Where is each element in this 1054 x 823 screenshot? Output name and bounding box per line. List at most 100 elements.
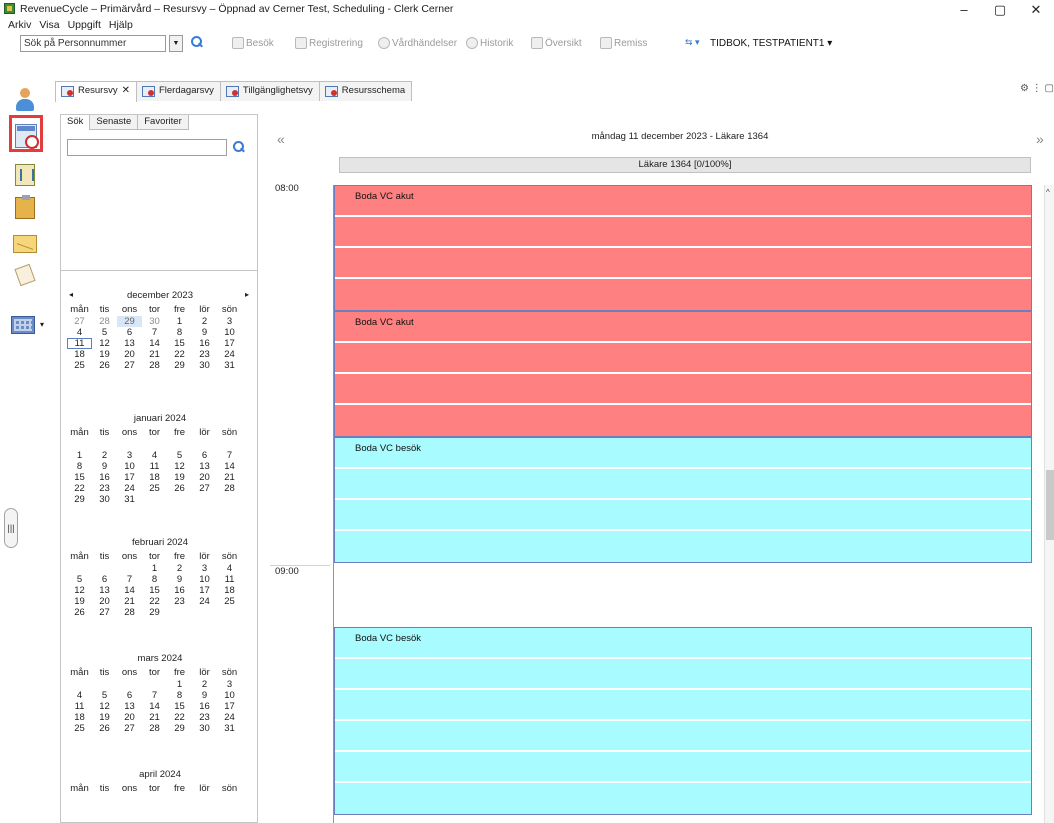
person-search-input[interactable]: Sök på Personnummer — [20, 35, 166, 52]
history-button[interactable]: Historik — [466, 37, 513, 49]
calendar-day[interactable]: 1 — [167, 316, 192, 327]
calendar-day[interactable]: 22 — [67, 483, 92, 494]
subtab-favorites[interactable]: Favoriter — [138, 115, 189, 130]
calendar-day[interactable]: 7 — [142, 327, 167, 338]
calendar-day[interactable]: 17 — [117, 472, 142, 483]
calendar-day[interactable]: 6 — [92, 574, 117, 585]
calendar-day[interactable]: 16 — [92, 472, 117, 483]
calendar-day[interactable]: 23 — [167, 596, 192, 607]
calendar-day[interactable]: 22 — [142, 596, 167, 607]
time-slot[interactable] — [335, 438, 1031, 469]
calendar-day[interactable]: 29 — [117, 316, 142, 327]
previous-day-button[interactable]: « — [277, 131, 285, 147]
tab-tillganglighetsvy[interactable]: Tillgänglighetsvy — [219, 81, 320, 101]
registration-button[interactable]: Registrering — [295, 37, 363, 49]
calendar-day[interactable]: 19 — [92, 349, 117, 360]
close-window-button[interactable]: ✕ — [1018, 0, 1054, 20]
calendar-day[interactable]: 12 — [92, 338, 117, 349]
calendar-day[interactable]: 24 — [217, 349, 242, 360]
calendar-day[interactable]: 31 — [117, 494, 142, 505]
calendar-day[interactable]: 15 — [142, 585, 167, 596]
calendar-day[interactable]: 9 — [192, 327, 217, 338]
calendar-day[interactable]: 26 — [67, 607, 92, 618]
calendar-day[interactable]: 10 — [217, 690, 242, 701]
document-icon[interactable] — [14, 263, 36, 287]
calendar-day[interactable]: 14 — [117, 585, 142, 596]
calendar-day[interactable]: 2 — [92, 450, 117, 461]
appointment-block[interactable]: Boda VC besök — [334, 627, 1032, 815]
calendar-day[interactable]: 6 — [117, 327, 142, 338]
calendar-day[interactable]: 16 — [167, 585, 192, 596]
menu-visa[interactable]: Visa — [39, 19, 59, 33]
calendar-day[interactable]: 7 — [117, 574, 142, 585]
calendar-day[interactable]: 13 — [192, 461, 217, 472]
calendar-day[interactable]: 21 — [142, 349, 167, 360]
calendar-day[interactable]: 29 — [167, 360, 192, 371]
calendar-day[interactable]: 2 — [192, 316, 217, 327]
calendar-day[interactable]: 4 — [67, 327, 92, 338]
calendar-day[interactable]: 25 — [67, 360, 92, 371]
calendar-day[interactable]: 14 — [142, 338, 167, 349]
calendar-day[interactable]: 28 — [117, 607, 142, 618]
time-slot[interactable] — [335, 279, 1031, 310]
view-tools[interactable]: ⚙ ⋮ ▢ — [1020, 83, 1054, 94]
calendar-day[interactable]: 29 — [67, 494, 92, 505]
overview-button[interactable]: Översikt — [531, 37, 582, 49]
calendar-day[interactable]: 22 — [167, 349, 192, 360]
calendar-day[interactable]: 5 — [92, 327, 117, 338]
calendar-day[interactable]: 8 — [142, 574, 167, 585]
calendar-day[interactable]: 11 — [67, 701, 92, 712]
time-slot[interactable] — [335, 343, 1031, 374]
menu-hjalp[interactable]: Hjälp — [109, 19, 133, 33]
scrollbar-thumb[interactable] — [1046, 470, 1054, 540]
time-slot[interactable] — [335, 690, 1031, 721]
calendar-day[interactable]: 26 — [92, 360, 117, 371]
calendar-day[interactable]: 2 — [167, 563, 192, 574]
calendar-day[interactable]: 4 — [217, 563, 242, 574]
time-slot[interactable] — [335, 500, 1031, 531]
appointment-block[interactable]: Boda VC akut — [334, 185, 1032, 311]
calendar-day[interactable]: 25 — [217, 596, 242, 607]
calendar-day[interactable]: 28 — [92, 316, 117, 327]
time-slot[interactable] — [335, 659, 1031, 690]
calendar-day[interactable]: 26 — [167, 483, 192, 494]
calendar-day[interactable]: 19 — [167, 472, 192, 483]
scroll-up-icon[interactable]: ^ — [1046, 188, 1050, 197]
calendar-day[interactable]: 10 — [192, 574, 217, 585]
calendar-day[interactable]: 30 — [192, 723, 217, 734]
time-slot[interactable] — [335, 469, 1031, 500]
calendar-day[interactable]: 21 — [217, 472, 242, 483]
person-icon[interactable] — [14, 88, 36, 114]
calendar-day[interactable]: 8 — [67, 461, 92, 472]
calendar-day[interactable]: 13 — [117, 338, 142, 349]
calendar-day[interactable]: 1 — [142, 563, 167, 574]
resource-search-input[interactable] — [67, 139, 227, 156]
calendar-day[interactable]: 10 — [217, 327, 242, 338]
calendar-day[interactable]: 9 — [167, 574, 192, 585]
time-slot[interactable] — [335, 721, 1031, 752]
calendar-day[interactable]: 17 — [217, 701, 242, 712]
visit-button[interactable]: Besök — [232, 37, 274, 49]
calendar-day[interactable]: 5 — [67, 574, 92, 585]
time-slot[interactable] — [335, 374, 1031, 405]
calendar-day[interactable]: 17 — [192, 585, 217, 596]
calendar-day[interactable]: 30 — [192, 360, 217, 371]
calendar-day[interactable]: 18 — [67, 349, 92, 360]
calendar-day[interactable]: 18 — [142, 472, 167, 483]
chevron-down-icon[interactable]: ▾ — [40, 320, 44, 329]
calendar-day[interactable]: 22 — [167, 712, 192, 723]
calendar-day[interactable]: 23 — [192, 712, 217, 723]
calendar-day[interactable]: 27 — [92, 607, 117, 618]
calendar-day[interactable]: 11 — [67, 338, 92, 349]
menu-arkiv[interactable]: Arkiv — [8, 19, 31, 33]
subtab-recent[interactable]: Senaste — [90, 115, 139, 130]
calendar-day[interactable]: 12 — [167, 461, 192, 472]
calendar-day[interactable]: 24 — [192, 596, 217, 607]
calendar-day[interactable]: 3 — [217, 316, 242, 327]
time-slot[interactable] — [335, 405, 1031, 436]
calendar-day[interactable]: 20 — [117, 349, 142, 360]
calendar-day[interactable]: 28 — [142, 360, 167, 371]
calendar-day[interactable]: 18 — [217, 585, 242, 596]
calendar-day[interactable]: 3 — [217, 679, 242, 690]
calendar-day[interactable]: 28 — [142, 723, 167, 734]
